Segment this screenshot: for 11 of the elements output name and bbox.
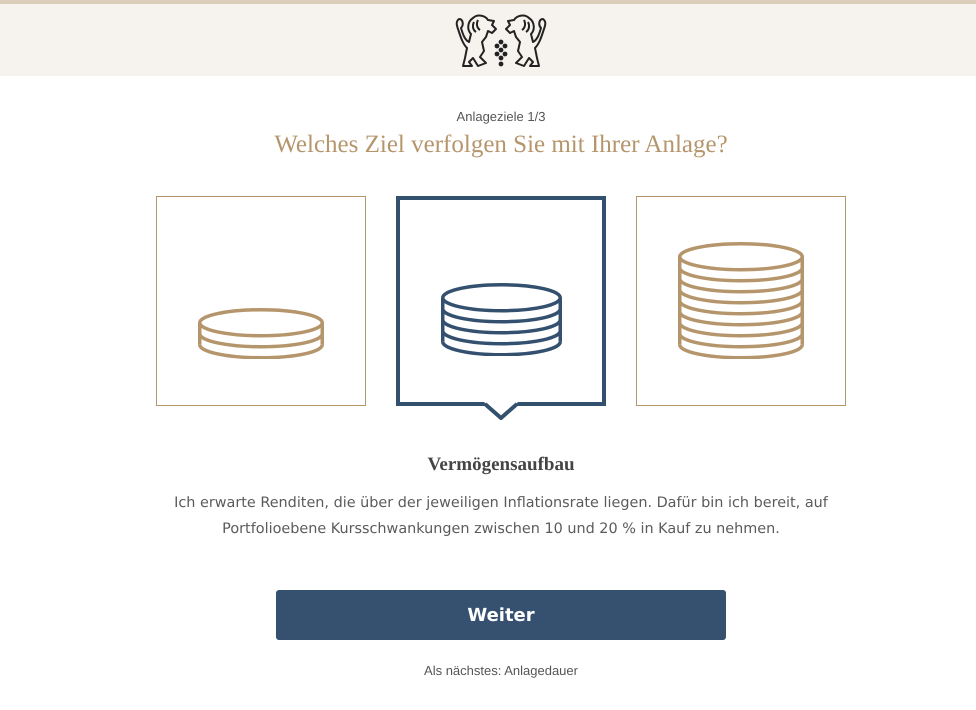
question-title: Welches Ziel verfolgen Sie mit Ihrer Anlage?: [274, 130, 728, 160]
coin-stack-icon: [440, 282, 562, 356]
pointer-icon: [484, 402, 518, 420]
coin-stack-icon: [678, 242, 804, 359]
step-label: Anlageziele 1/3: [456, 108, 546, 126]
option-card[interactable]: [396, 196, 606, 406]
option-title: Vermögensaufbau: [427, 453, 575, 477]
coin-stack-icon: [198, 308, 324, 359]
next-button[interactable]: Weiter: [276, 590, 726, 640]
next-step-label: Als nächstes: Anlagedauer: [424, 662, 578, 680]
option-description: Ich erwarte Renditen, die über der jeweiligen Inflationsrate liegen. Dafür bin ich bereit, auf Portfolioebene Kursschwankungen zwischen 10 und 20 % in Kauf zu nehmen.: [173, 494, 830, 539]
